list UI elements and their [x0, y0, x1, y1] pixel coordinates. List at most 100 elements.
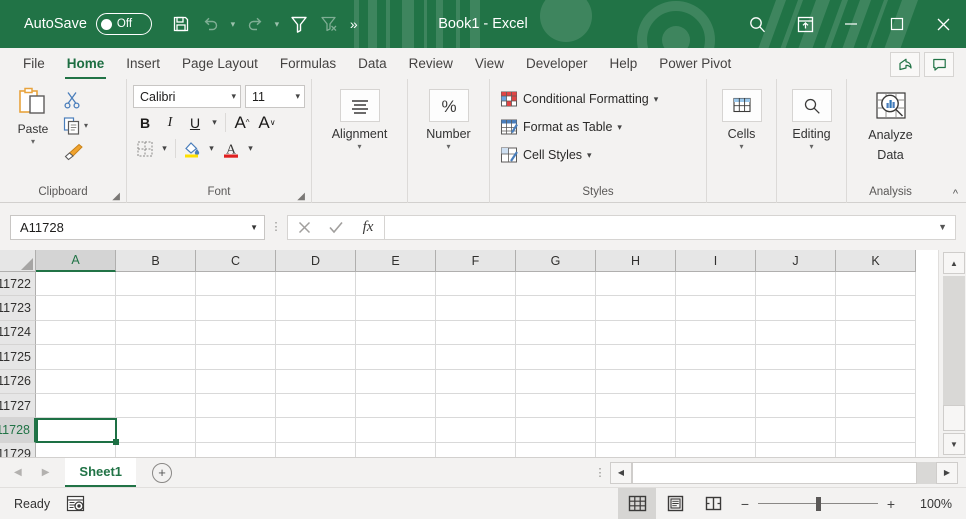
- cell-c11728[interactable]: [196, 418, 276, 443]
- increase-font-size-button[interactable]: A ^: [230, 111, 254, 134]
- cell-e11726[interactable]: [356, 369, 436, 394]
- column-header-c[interactable]: C: [196, 250, 276, 272]
- row-header-11724[interactable]: 11724: [0, 320, 36, 346]
- vertical-scroll-thumb[interactable]: [943, 405, 965, 431]
- cell-d11728[interactable]: [276, 418, 356, 443]
- enter-icon[interactable]: [320, 216, 352, 239]
- cell-g11729[interactable]: [516, 442, 596, 457]
- column-header-a[interactable]: A: [36, 250, 116, 272]
- column-header-h[interactable]: H: [596, 250, 676, 272]
- cell-b11725[interactable]: [116, 345, 196, 370]
- number-collapsed-button[interactable]: % Number ▾: [415, 83, 483, 151]
- tab-file[interactable]: File: [12, 48, 56, 79]
- cell-b11729[interactable]: [116, 442, 196, 457]
- share-icon[interactable]: [890, 52, 920, 77]
- comments-icon[interactable]: [924, 52, 954, 77]
- cell-f11728[interactable]: [436, 418, 516, 443]
- italic-button[interactable]: I: [158, 111, 182, 134]
- qat-overflow-button[interactable]: »: [344, 16, 363, 32]
- minimize-icon[interactable]: [828, 0, 874, 48]
- bold-button[interactable]: B: [133, 111, 157, 134]
- cell-g11727[interactable]: [516, 393, 596, 419]
- cell-j11724[interactable]: [756, 320, 836, 346]
- row-header-11723[interactable]: 11723: [0, 296, 36, 321]
- borders-chevron-down-icon[interactable]: ▾: [158, 137, 171, 160]
- paste-button[interactable]: Paste ▾: [6, 83, 60, 146]
- cell-d11726[interactable]: [276, 369, 356, 394]
- cell-d11727[interactable]: [276, 393, 356, 419]
- cell-c11725[interactable]: [196, 345, 276, 370]
- editing-collapsed-button[interactable]: Editing ▾: [783, 83, 840, 151]
- zoom-in-button[interactable]: +: [878, 496, 904, 512]
- name-box[interactable]: A11728 ▼: [10, 214, 265, 240]
- format-painter-button[interactable]: [60, 140, 90, 163]
- cell-i11725[interactable]: [676, 345, 756, 370]
- fill-color-chevron-down-icon[interactable]: ▾: [205, 137, 218, 160]
- cell-h11727[interactable]: [596, 393, 676, 419]
- zoom-slider-thumb[interactable]: [816, 496, 821, 511]
- cell-d11722[interactable]: [276, 272, 356, 297]
- cell-h11723[interactable]: [596, 296, 676, 321]
- scroll-down-icon[interactable]: ▼: [943, 433, 965, 455]
- scroll-right-icon[interactable]: ▶: [936, 461, 958, 484]
- font-size-combobox[interactable]: 11 ▾: [245, 85, 305, 108]
- cell-e11729[interactable]: [356, 442, 436, 457]
- borders-button[interactable]: [133, 137, 157, 160]
- column-header-e[interactable]: E: [356, 250, 436, 272]
- cell-d11724[interactable]: [276, 320, 356, 346]
- cell-c11723[interactable]: [196, 296, 276, 321]
- cell-i11729[interactable]: [676, 442, 756, 457]
- cell-c11724[interactable]: [196, 320, 276, 346]
- cell-styles-chevron-down-icon[interactable]: ▾: [587, 150, 592, 161]
- scroll-up-icon[interactable]: ▲: [943, 252, 965, 274]
- cell-i11723[interactable]: [676, 296, 756, 321]
- decrease-font-size-button[interactable]: A ∨: [255, 111, 279, 134]
- cell-g11723[interactable]: [516, 296, 596, 321]
- conditional-formatting-chevron-down-icon[interactable]: ▾: [654, 94, 659, 105]
- scroll-left-icon[interactable]: ◀: [610, 461, 632, 484]
- cell-b11726[interactable]: [116, 369, 196, 394]
- tab-insert[interactable]: Insert: [115, 48, 171, 79]
- sheet-next-button[interactable]: ▶: [42, 467, 50, 478]
- tab-help[interactable]: Help: [599, 48, 649, 79]
- cell-g11725[interactable]: [516, 345, 596, 370]
- expand-formula-bar-icon[interactable]: ▼: [938, 222, 947, 232]
- cell-f11722[interactable]: [436, 272, 516, 297]
- cell-h11722[interactable]: [596, 272, 676, 297]
- row-header-11722[interactable]: 11722: [0, 272, 36, 297]
- cell-i11728[interactable]: [676, 418, 756, 443]
- tab-home[interactable]: Home: [56, 48, 116, 79]
- maximize-icon[interactable]: [874, 0, 920, 48]
- row-header-11726[interactable]: 11726: [0, 369, 36, 394]
- cell-i11726[interactable]: [676, 369, 756, 394]
- format-as-table-chevron-down-icon[interactable]: ▾: [617, 122, 622, 133]
- cell-f11725[interactable]: [436, 345, 516, 370]
- cell-f11726[interactable]: [436, 369, 516, 394]
- cell-b11723[interactable]: [116, 296, 196, 321]
- vertical-scrollbar[interactable]: ▲ ▼: [938, 250, 966, 457]
- cell-c11722[interactable]: [196, 272, 276, 297]
- editing-chevron-down-icon[interactable]: ▾: [809, 142, 813, 151]
- add-sheet-button[interactable]: +: [152, 462, 173, 483]
- cell-e11723[interactable]: [356, 296, 436, 321]
- row-header-11727[interactable]: 11727: [0, 393, 36, 419]
- cell-h11724[interactable]: [596, 320, 676, 346]
- analyze-data-button[interactable]: Analyze Data: [853, 83, 928, 163]
- record-macro-icon[interactable]: [66, 495, 85, 512]
- cell-e11722[interactable]: [356, 272, 436, 297]
- tab-power-pivot[interactable]: Power Pivot: [648, 48, 742, 79]
- tab-developer[interactable]: Developer: [515, 48, 599, 79]
- cell-j11725[interactable]: [756, 345, 836, 370]
- cell-b11722[interactable]: [116, 272, 196, 297]
- cell-j11728[interactable]: [756, 418, 836, 443]
- copy-chevron-down-icon[interactable]: ▾: [84, 121, 88, 130]
- cell-j11726[interactable]: [756, 369, 836, 394]
- underline-chevron-down-icon[interactable]: ▾: [208, 111, 221, 134]
- cell-k11727[interactable]: [836, 393, 916, 419]
- cell-d11723[interactable]: [276, 296, 356, 321]
- undo-icon[interactable]: [196, 9, 226, 39]
- cell-h11725[interactable]: [596, 345, 676, 370]
- cell-k11728[interactable]: [836, 418, 916, 443]
- zoom-level-label[interactable]: 100%: [904, 497, 952, 511]
- cell-i11724[interactable]: [676, 320, 756, 346]
